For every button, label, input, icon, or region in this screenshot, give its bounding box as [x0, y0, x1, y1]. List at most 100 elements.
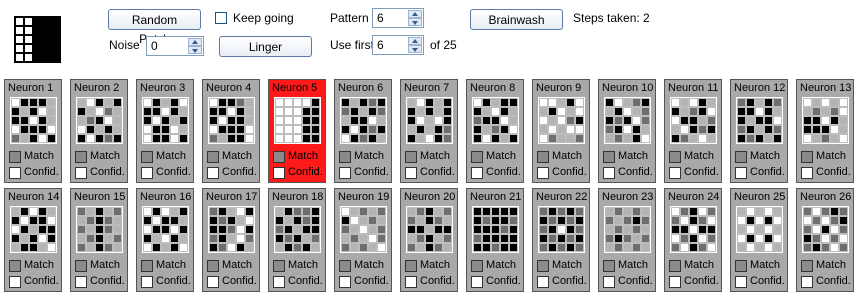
- weight-cell: [359, 207, 368, 216]
- neuron-panel[interactable]: Neuron 13 Match Confid.: [796, 79, 854, 183]
- spin-down-icon[interactable]: [408, 18, 422, 26]
- weight-cell: [293, 207, 302, 216]
- neuron-panel[interactable]: Neuron 2 Match Confid.: [70, 79, 128, 183]
- neuron-panel[interactable]: Neuron 16 Match Confid.: [136, 188, 194, 292]
- weight-cell: [425, 234, 434, 243]
- weight-cell: [113, 216, 122, 225]
- neuron-panel[interactable]: Neuron 20 Match Confid.: [400, 188, 458, 292]
- weight-cell: [368, 125, 377, 134]
- weight-cell: [29, 125, 38, 134]
- neuron-panel[interactable]: Neuron 24 Match Confid.: [664, 188, 722, 292]
- weight-cell: [284, 207, 293, 216]
- neuron-panel[interactable]: Neuron 3 Match Confid.: [136, 79, 194, 183]
- neuron-panel[interactable]: Neuron 14 Match Confid.: [4, 188, 62, 292]
- weight-cell: [641, 134, 650, 143]
- neuron-panel[interactable]: Neuron 22 Match Confid.: [532, 188, 590, 292]
- weight-cell: [605, 234, 614, 243]
- neuron-panel[interactable]: Neuron 4 Match Confid.: [202, 79, 260, 183]
- neuron-weight-grid: [406, 97, 453, 144]
- neuron-panel[interactable]: Neuron 7 Match Confid.: [400, 79, 458, 183]
- weight-cell: [698, 234, 707, 243]
- weight-cell: [218, 225, 227, 234]
- use-first-spinner[interactable]: 6: [372, 35, 424, 55]
- weight-cell: [227, 125, 236, 134]
- weight-cell: [425, 125, 434, 134]
- weight-cell: [821, 234, 830, 243]
- weight-cell: [482, 216, 491, 225]
- neuron-weight-grid: [604, 206, 651, 253]
- weight-cell: [275, 234, 284, 243]
- neuron-weight-grid: [142, 97, 189, 144]
- neuron-panel[interactable]: Neuron 26 Match Confid.: [796, 188, 854, 292]
- neuron-panel[interactable]: Neuron 10 Match Confid.: [598, 79, 656, 183]
- weight-cell: [275, 134, 284, 143]
- noise-spinner[interactable]: 0: [146, 36, 204, 56]
- weight-cell: [245, 243, 254, 252]
- confidence-indicator: [603, 167, 615, 179]
- conf-row-label: Confid.: [552, 275, 587, 287]
- confidence-indicator: [273, 276, 285, 288]
- weight-cell: [143, 116, 152, 125]
- neuron-panel[interactable]: Neuron 9 Match Confid.: [532, 79, 590, 183]
- match-indicator: [405, 260, 417, 272]
- weight-cell: [557, 243, 566, 252]
- weight-cell: [575, 216, 584, 225]
- weight-cell: [839, 234, 848, 243]
- spin-down-icon[interactable]: [188, 46, 202, 54]
- pattern-cell: [51, 35, 60, 44]
- weight-cell: [218, 125, 227, 134]
- neuron-panel[interactable]: Neuron 25 Match Confid.: [730, 188, 788, 292]
- weight-cell: [473, 125, 482, 134]
- neuron-panel[interactable]: Neuron 18 Match Confid.: [268, 188, 326, 292]
- weight-cell: [275, 125, 284, 134]
- neuron-panel[interactable]: Neuron 11 Match Confid.: [664, 79, 722, 183]
- spin-up-icon[interactable]: [408, 37, 422, 45]
- neuron-panel[interactable]: Neuron 19 Match Confid.: [334, 188, 392, 292]
- weight-cell: [614, 125, 623, 134]
- weight-cell: [812, 243, 821, 252]
- weight-cell: [311, 225, 320, 234]
- neuron-panel[interactable]: Neuron 23 Match Confid.: [598, 188, 656, 292]
- weight-cell: [491, 134, 500, 143]
- weight-cell: [482, 98, 491, 107]
- weight-cell: [548, 234, 557, 243]
- spin-up-icon[interactable]: [408, 10, 422, 18]
- neuron-panel[interactable]: Neuron 1 Match Confid.: [4, 79, 62, 183]
- neuron-panel[interactable]: Neuron 17 Match Confid.: [202, 188, 260, 292]
- weight-cell: [350, 98, 359, 107]
- neuron-panel[interactable]: Neuron 6 Match Confid.: [334, 79, 392, 183]
- spin-up-icon[interactable]: [188, 38, 202, 46]
- confidence-indicator: [669, 167, 681, 179]
- weight-cell: [632, 216, 641, 225]
- weight-cell: [86, 125, 95, 134]
- weight-cell: [641, 243, 650, 252]
- weight-cell: [143, 225, 152, 234]
- weight-cell: [641, 125, 650, 134]
- linger-button[interactable]: Linger: [219, 36, 312, 57]
- weight-cell: [812, 225, 821, 234]
- neuron-weight-grid: [208, 206, 255, 253]
- weight-cell: [359, 243, 368, 252]
- neuron-panel[interactable]: Neuron 15 Match Confid.: [70, 188, 128, 292]
- spin-down-icon[interactable]: [408, 45, 422, 53]
- neuron-panel[interactable]: Neuron 12 Match Confid.: [730, 79, 788, 183]
- weight-cell: [680, 116, 689, 125]
- weight-cell: [443, 216, 452, 225]
- weight-cell: [443, 98, 452, 107]
- weight-cell: [434, 107, 443, 116]
- neuron-title: Neuron 14: [8, 191, 60, 203]
- weight-cell: [500, 234, 509, 243]
- weight-cell: [821, 116, 830, 125]
- keep-going-checkbox[interactable]: [215, 12, 227, 24]
- weight-cell: [689, 125, 698, 134]
- random-patch-button[interactable]: Random Patch: [108, 9, 201, 46]
- neuron-panel[interactable]: Neuron 8 Match Confid.: [466, 79, 524, 183]
- weight-cell: [209, 207, 218, 216]
- weight-cell: [284, 234, 293, 243]
- weight-cell: [38, 234, 47, 243]
- brainwash-button[interactable]: Brainwash: [470, 9, 563, 30]
- neuron-panel[interactable]: Neuron 21 Match Confid.: [466, 188, 524, 292]
- neuron-panel[interactable]: Neuron 5 Match Confid.: [268, 79, 326, 183]
- pattern-spinner[interactable]: 6: [372, 8, 424, 28]
- weight-cell: [143, 134, 152, 143]
